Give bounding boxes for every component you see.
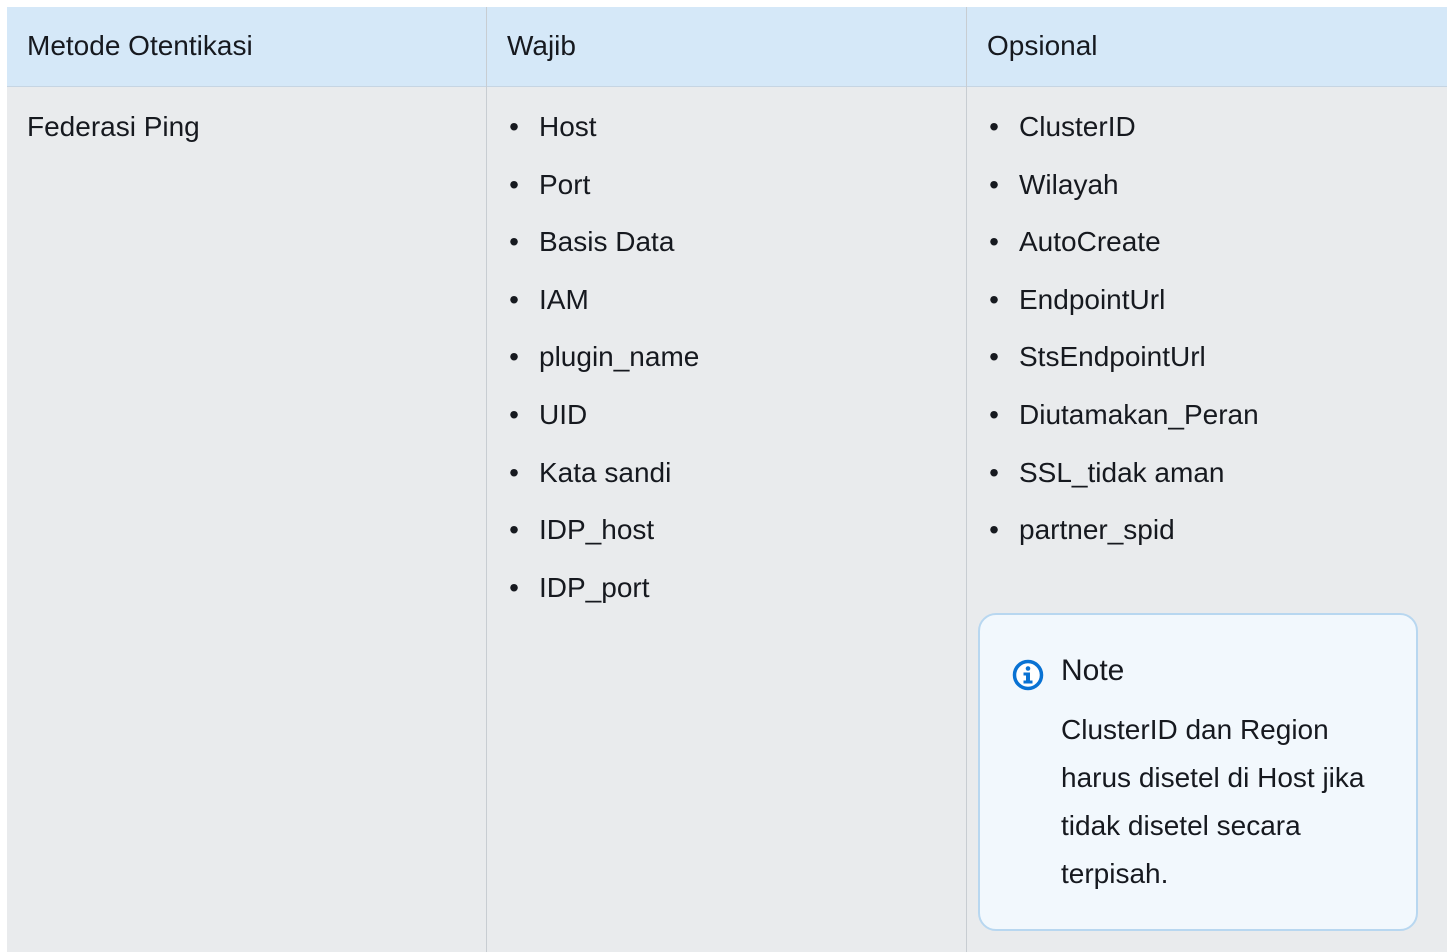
bullet-icon: • xyxy=(509,341,519,373)
bullet-icon: • xyxy=(989,111,999,142)
column-divider xyxy=(966,7,967,952)
list-item-label: ClusterID xyxy=(1019,111,1136,142)
table-header-row: Metode Otentikasi Wajib Opsional xyxy=(7,7,1447,87)
list-item-label: plugin_name xyxy=(539,341,700,373)
bullet-icon: • xyxy=(989,341,999,373)
bullet-icon: • xyxy=(509,226,519,258)
bullet-icon: • xyxy=(989,514,999,546)
list-item: • ClusterID xyxy=(987,107,1259,165)
bullet-icon: • xyxy=(509,571,519,603)
list-item: • Wilayah xyxy=(987,165,1259,223)
list-item: • UID xyxy=(507,395,699,453)
list-item-label: IDP_port xyxy=(539,571,650,603)
bullet-icon: • xyxy=(509,398,519,430)
list-item: • IAM xyxy=(507,280,699,338)
list-item: • plugin_name xyxy=(507,337,699,395)
note-title: Note xyxy=(1061,654,1125,687)
list-item: • Kata sandi xyxy=(507,453,699,511)
header-optional: Opsional xyxy=(987,30,1098,61)
list-item-label: EndpointUrl xyxy=(1019,283,1166,315)
list-item: • EndpointUrl xyxy=(987,280,1259,338)
note-callout: Note ClusterID dan Region harus disetel … xyxy=(978,613,1418,931)
list-item-label: Host xyxy=(539,111,597,142)
bullet-icon: • xyxy=(509,168,519,200)
list-item: • Basis Data xyxy=(507,222,699,280)
list-item-label: Basis Data xyxy=(539,226,675,258)
bullet-icon: • xyxy=(509,456,519,488)
column-divider xyxy=(486,7,487,952)
list-item-label: AutoCreate xyxy=(1019,226,1161,258)
list-item-label: SSL_tidak aman xyxy=(1019,456,1225,488)
auth-method-cell: Federasi Ping xyxy=(27,111,200,142)
list-item-label: Diutamakan_Peran xyxy=(1019,398,1259,430)
list-item-label: Port xyxy=(539,168,591,200)
list-item: • IDP_host xyxy=(507,510,699,568)
bullet-icon: • xyxy=(509,283,519,315)
list-item-label: partner_spid xyxy=(1019,514,1175,546)
list-item-label: Kata sandi xyxy=(539,456,672,488)
note-text: ClusterID dan Region harus disetel di Ho… xyxy=(1061,714,1365,889)
bullet-icon: • xyxy=(509,514,519,546)
optional-params-list: • ClusterID • Wilayah • AutoCreate • EndpointUr… xyxy=(987,107,1259,568)
list-item-label: StsEndpointUrl xyxy=(1019,341,1206,373)
bullet-icon: • xyxy=(989,398,999,430)
header-required: Wajib xyxy=(507,30,576,61)
list-item-label: Wilayah xyxy=(1019,168,1119,200)
list-item: • Host xyxy=(507,107,699,165)
header-auth-method: Metode Otentikasi xyxy=(27,30,253,61)
info-icon xyxy=(1012,659,1044,691)
list-item-label: UID xyxy=(539,398,588,430)
list-item: • SSL_tidak aman xyxy=(987,453,1259,511)
list-item: • AutoCreate xyxy=(987,222,1259,280)
required-params-list: • Host • Port • Basis Data • IAM • plugin_name • UI… xyxy=(507,107,699,625)
bullet-icon: • xyxy=(989,226,999,258)
bullet-icon: • xyxy=(989,283,999,315)
list-item: • IDP_port xyxy=(507,568,699,626)
bullet-icon: • xyxy=(989,456,999,488)
bullet-icon: • xyxy=(509,111,519,142)
list-item: • partner_spid xyxy=(987,510,1259,568)
list-item: • StsEndpointUrl xyxy=(987,337,1259,395)
list-item: • Diutamakan_Peran xyxy=(987,395,1259,453)
bullet-icon: • xyxy=(989,168,999,200)
list-item: • Port xyxy=(507,165,699,223)
list-item-label: IAM xyxy=(539,283,589,315)
list-item-label: IDP_host xyxy=(539,514,655,546)
